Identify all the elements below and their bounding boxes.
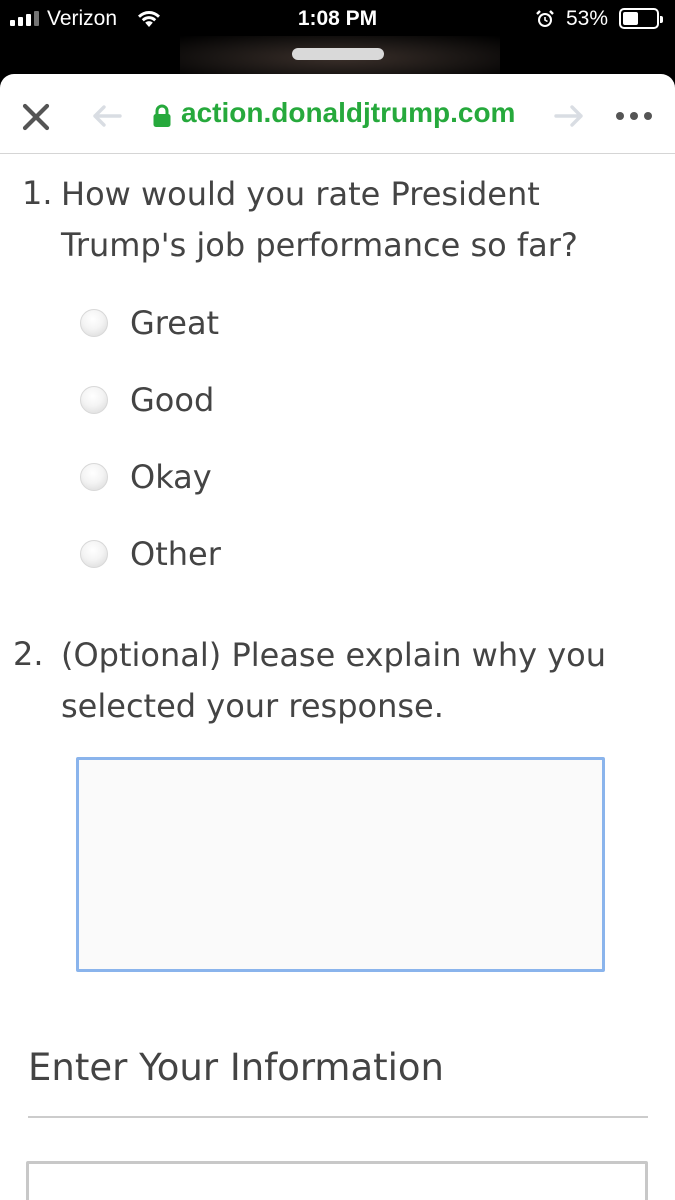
section-divider xyxy=(28,1116,648,1118)
section-title: Enter Your Information xyxy=(28,1046,444,1089)
option-label: Okay xyxy=(130,458,212,496)
option-label: Good xyxy=(130,381,215,419)
radio-button[interactable] xyxy=(80,386,108,414)
lock-icon xyxy=(153,104,171,127)
question-1-line-2: Trump's job performance so far? xyxy=(61,226,578,264)
question-2-line-2: selected your response. xyxy=(61,687,444,725)
status-bar: Verizon 1:08 PM 53% xyxy=(0,0,675,38)
close-icon[interactable] xyxy=(18,99,54,135)
more-icon[interactable] xyxy=(616,106,660,126)
option-okay[interactable]: Okay xyxy=(80,457,212,497)
response-textarea[interactable] xyxy=(76,757,605,972)
battery-icon xyxy=(619,8,663,29)
browser-sheet: action.donaldjtrump.com 1. How would you… xyxy=(0,48,675,1200)
forward-arrow-icon[interactable] xyxy=(552,101,586,131)
radio-button[interactable] xyxy=(80,463,108,491)
question-2-number: 2. xyxy=(13,635,44,673)
info-input-field[interactable] xyxy=(26,1161,648,1200)
battery-percent: 53% xyxy=(566,7,609,30)
sheet-grabber[interactable] xyxy=(292,48,384,60)
url-text[interactable]: action.donaldjtrump.com xyxy=(181,97,515,129)
option-great[interactable]: Great xyxy=(80,303,219,343)
radio-button[interactable] xyxy=(80,309,108,337)
alarm-icon xyxy=(536,10,554,27)
radio-button[interactable] xyxy=(80,540,108,568)
option-label: Other xyxy=(130,535,221,573)
option-label: Great xyxy=(130,304,220,342)
question-1-text: How would you rate President Trump's job… xyxy=(61,169,578,271)
question-1-number: 1. xyxy=(22,174,53,212)
question-1-line-1: How would you rate President xyxy=(61,175,540,213)
browser-toolbar: action.donaldjtrump.com xyxy=(0,74,675,154)
option-other[interactable]: Other xyxy=(80,534,221,574)
question-2-line-1: (Optional) Please explain why you xyxy=(61,636,607,674)
question-2-text: (Optional) Please explain why you select… xyxy=(61,630,606,732)
back-arrow-icon[interactable] xyxy=(90,101,124,131)
option-good[interactable]: Good xyxy=(80,380,214,420)
